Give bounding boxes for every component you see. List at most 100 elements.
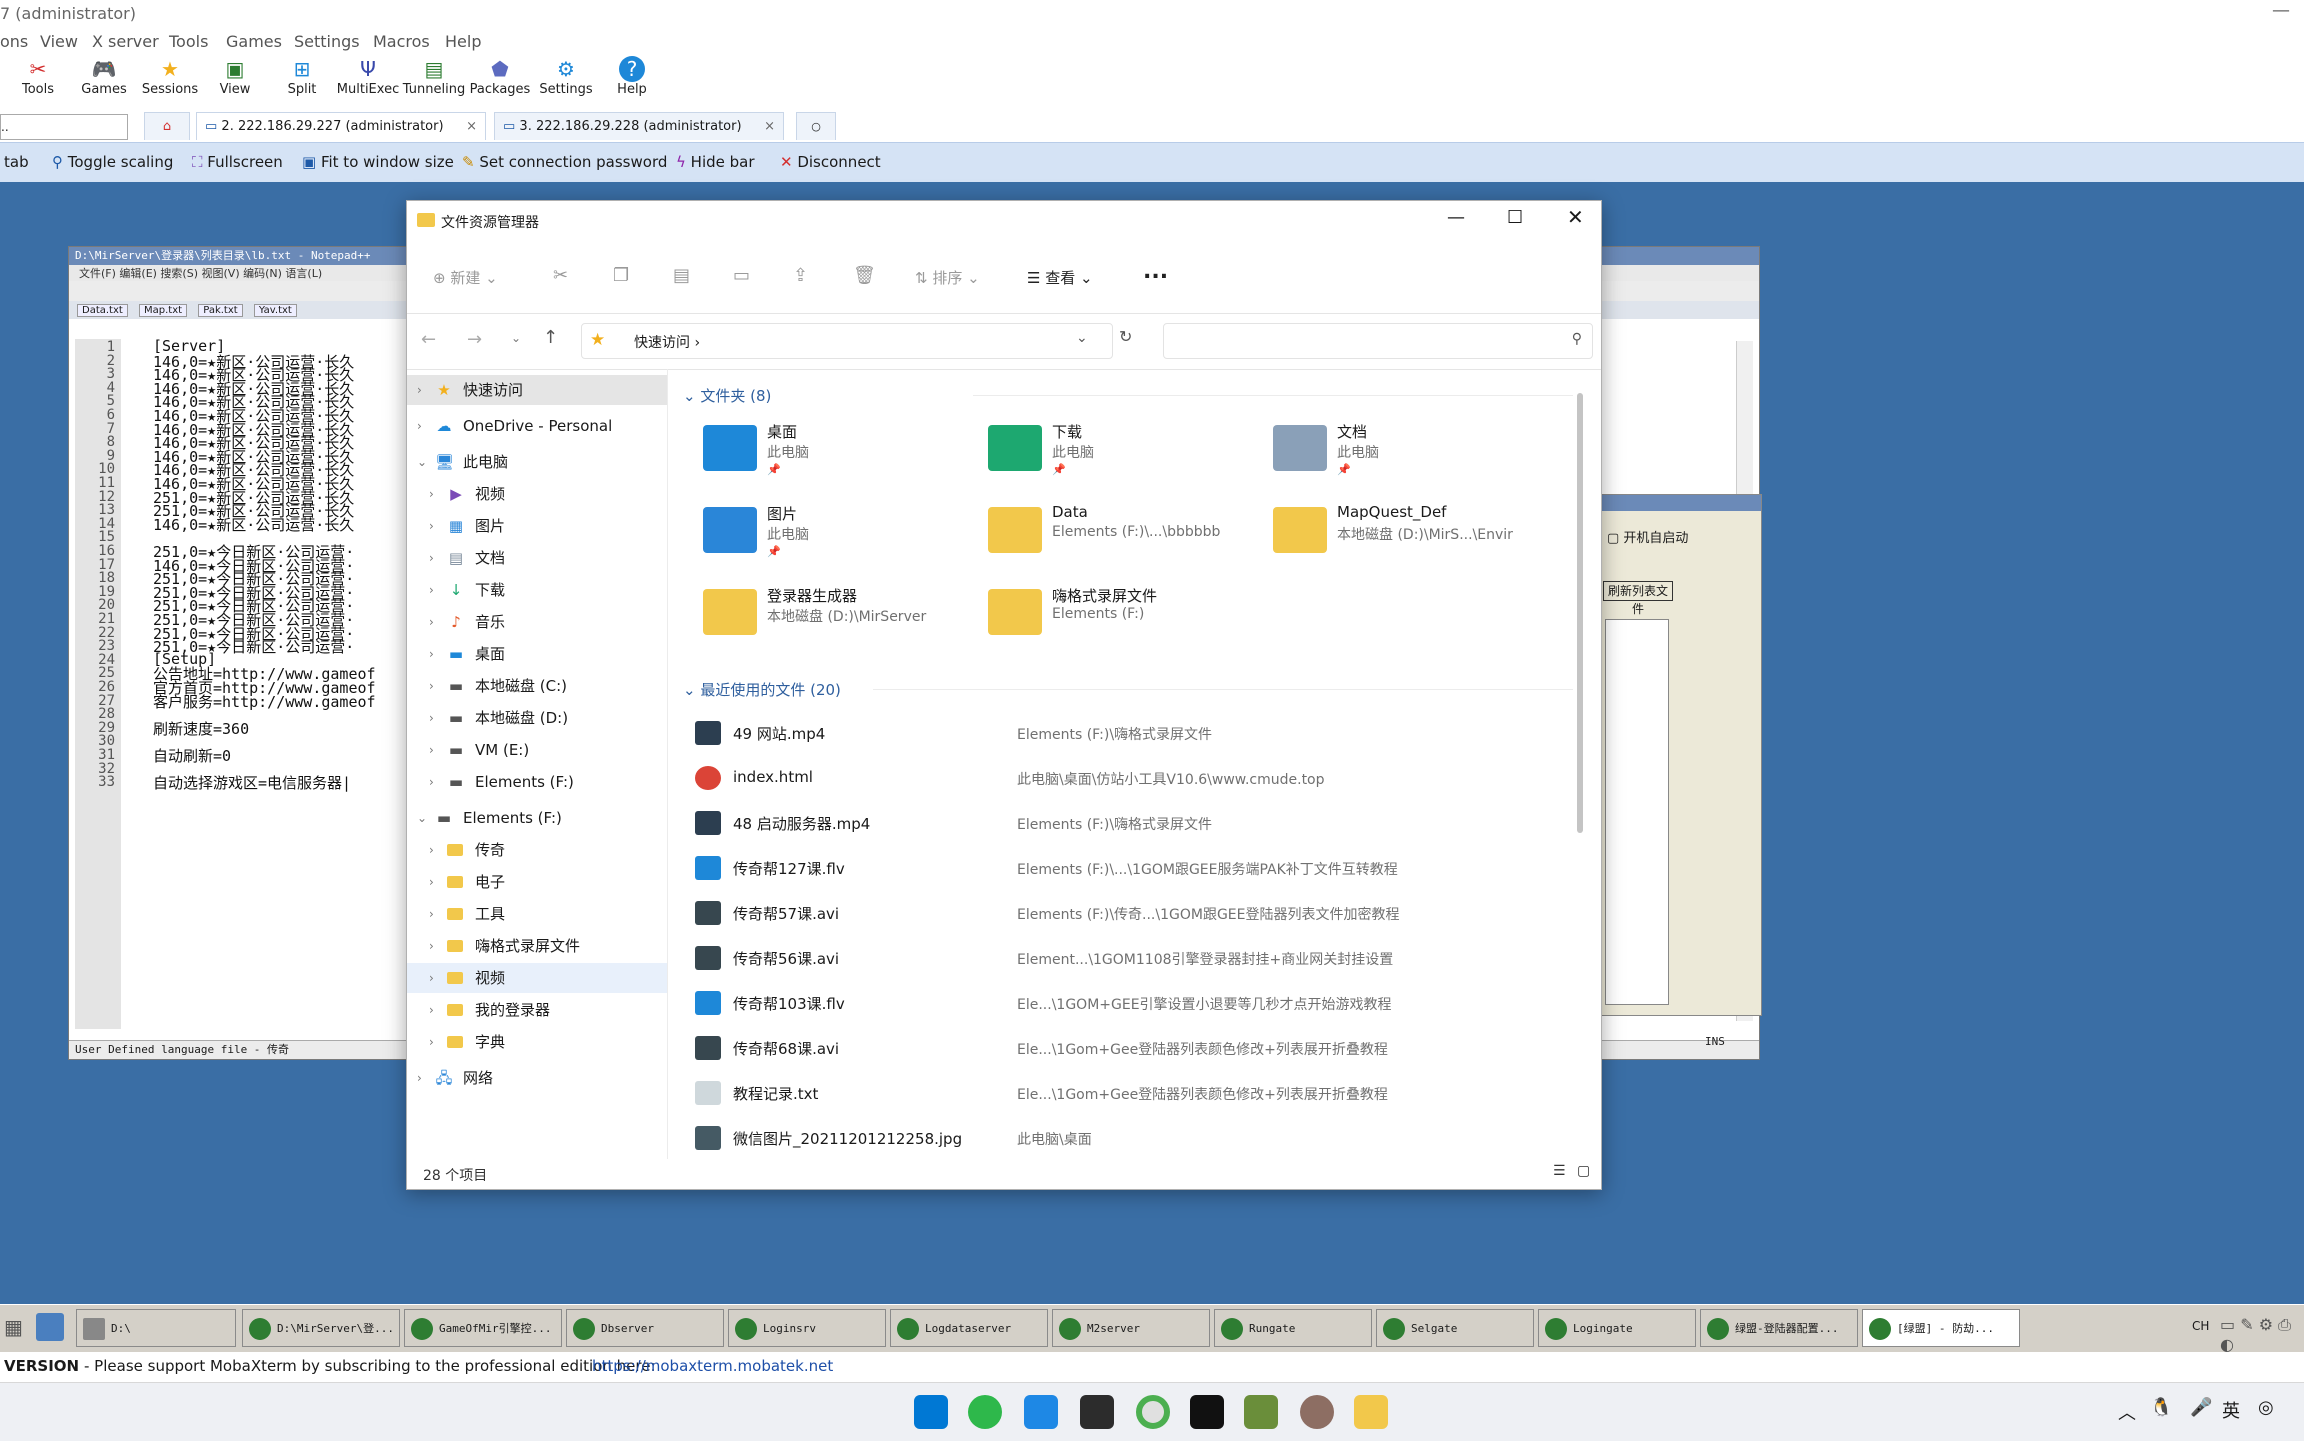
folder-tile[interactable]: 下载 此电脑 📌 [988, 417, 1258, 493]
multiexec-button[interactable]: Ψ MultiExec [336, 56, 400, 106]
view-button[interactable]: ☰ 查看 ⌄ [1027, 267, 1093, 288]
set-password-button[interactable]: ✎ Set connection password [462, 153, 667, 171]
fit-window-button[interactable]: ▣ Fit to window size [302, 153, 454, 171]
search-input[interactable]: ⚲ [1163, 323, 1593, 359]
new-tab-button[interactable]: ○ [796, 112, 836, 140]
chevron-right-icon[interactable]: › [429, 575, 434, 605]
minimize-icon[interactable]: — [2272, 0, 2290, 21]
chat-app-icon[interactable] [1024, 1395, 1058, 1429]
disconnect-button[interactable]: ✕ Disconnect [780, 153, 881, 171]
back-arrow-icon[interactable]: ← [421, 329, 436, 350]
tray-chevron-icon[interactable]: ︿ [2118, 1399, 2136, 1425]
sort-button[interactable]: ⇅ 排序 ⌄ [915, 267, 980, 288]
recent-file-row[interactable]: 传奇帮56课.avi Element...\1GOM1108引擎登录器封挂+商业网… [673, 938, 1573, 978]
chevron-right-icon[interactable]: › [429, 543, 434, 573]
new-button[interactable]: ⊕ 新建 ⌄ [433, 267, 498, 288]
chevron-right-icon[interactable]: › [429, 931, 434, 961]
menu-item-xserver[interactable]: X server [92, 32, 159, 51]
help-button[interactable]: ? Help [600, 56, 664, 106]
chevron-right-icon[interactable]: › [429, 479, 434, 509]
address-box[interactable]: ★ 快速访问 › ⌄ [581, 323, 1113, 359]
taskbar-button[interactable]: 绿盟-登陆器配置... [1700, 1309, 1858, 1347]
cut-icon[interactable]: ✂ [553, 265, 568, 286]
nav-item[interactable]: › ▶ 视频 [407, 479, 667, 509]
sessions-button[interactable]: ★ Sessions [138, 56, 202, 106]
nav-item[interactable]: › 我的登录器 [407, 995, 667, 1025]
quicklaunch-icon[interactable] [36, 1313, 64, 1341]
tab-button[interactable]: tab [4, 153, 29, 171]
nav-item[interactable]: › ▦ 图片 [407, 511, 667, 541]
chevron-right-icon[interactable]: › [429, 671, 434, 701]
share-icon[interactable]: ⇪ [793, 265, 808, 286]
delete-icon[interactable]: 🗑 [853, 265, 876, 286]
network-icon[interactable]: ◎ [2258, 1397, 2274, 1418]
forward-arrow-icon[interactable]: → [467, 329, 482, 350]
chevron-down-icon[interactable]: ⌄ [417, 803, 427, 833]
view-button[interactable]: ▣ View [203, 56, 267, 106]
rename-icon[interactable]: ▭ [733, 265, 750, 286]
tab-session-2[interactable]: ▭ 2. 222.186.29.227 (administrator) × [196, 112, 486, 140]
language-indicator[interactable]: CH [2192, 1319, 2209, 1333]
packages-button[interactable]: ⬟ Packages [468, 56, 532, 106]
chevron-right-icon[interactable]: › [429, 995, 434, 1025]
folder-tile[interactable]: 图片 此电脑 📌 [703, 499, 973, 575]
folder-tile[interactable]: 嗨格式录屏文件 Elements (F:) [988, 581, 1258, 657]
launcher-icon[interactable] [1244, 1395, 1278, 1429]
chevron-right-icon[interactable]: › [429, 607, 434, 637]
folder-tile[interactable]: 文档 此电脑 📌 [1273, 417, 1543, 493]
chevron-down-icon[interactable]: ⌄ [1076, 330, 1088, 346]
chevron-right-icon[interactable]: › [429, 767, 434, 797]
taskbar-button[interactable]: Selgate [1376, 1309, 1534, 1347]
minimize-button[interactable]: — [1447, 207, 1465, 228]
file-tab[interactable]: Pak.txt [198, 304, 243, 317]
nav-item[interactable]: › 字典 [407, 1027, 667, 1057]
recent-file-row[interactable]: 传奇帮57课.avi Elements (F:)\传奇...\1GOM跟GEE登陆… [673, 893, 1573, 933]
chevron-right-icon[interactable]: › [429, 511, 434, 541]
nav-item[interactable]: › ▬ 本地磁盘 (C:) [407, 671, 667, 701]
menu-item-settings[interactable]: Settings [294, 32, 360, 51]
nav-item[interactable]: › ▤ 文档 [407, 543, 667, 573]
nav-item[interactable]: › 视频 [407, 963, 667, 993]
taskbar-button[interactable]: [绿盟] - 防劫... [1862, 1309, 2020, 1347]
nav-item[interactable]: › 传奇 [407, 835, 667, 865]
up-arrow-icon[interactable]: ↑ [543, 327, 558, 348]
menu-item-tools[interactable]: Tools [169, 32, 208, 51]
chevron-right-icon[interactable]: › [417, 411, 422, 441]
refresh-list-button[interactable]: 刷新列表文件 [1603, 581, 1673, 616]
hide-bar-button[interactable]: ϟ Hide bar [676, 153, 755, 171]
chevron-right-icon[interactable]: › [429, 639, 434, 669]
nav-item[interactable]: ⌄ ▬ Elements (F:) [407, 803, 667, 833]
recent-file-row[interactable]: 传奇帮103课.flv Ele...\1GOM+GEE引擎设置小退要等几秒才点开始… [673, 983, 1573, 1023]
nav-item[interactable]: › ♪ 音乐 [407, 607, 667, 637]
menu-item-view[interactable]: View [40, 32, 78, 51]
settings-button[interactable]: ⚙ Settings [534, 56, 598, 106]
taskbar-button[interactable]: Dbserver [566, 1309, 724, 1347]
dialog-list[interactable] [1605, 619, 1669, 1005]
games-button[interactable]: 🎮 Games [72, 56, 136, 106]
folder-tile[interactable]: Data Elements (F:)\...\bbbbbb [988, 499, 1258, 575]
recent-file-row[interactable]: 教程记录.txt Ele...\1Gom+Gee登陆器列表颜色修改+列表展开折叠教… [673, 1073, 1573, 1113]
chevron-right-icon[interactable]: › [429, 1027, 434, 1057]
close-icon[interactable]: × [466, 113, 477, 141]
tunneling-button[interactable]: ▤ Tunneling [402, 56, 466, 106]
details-view-icon[interactable]: ☰ [1553, 1163, 1566, 1179]
breadcrumb[interactable]: 快速访问 › [634, 332, 700, 352]
file-explorer-icon[interactable] [1354, 1395, 1388, 1429]
taskbar-button[interactable]: M2server [1052, 1309, 1210, 1347]
nav-item[interactable]: › ▬ VM (E:) [407, 735, 667, 765]
recent-file-row[interactable]: index.html 此电脑\桌面\仿站小工具V10.6\www.cmude.to… [673, 758, 1573, 798]
chrome-icon[interactable] [1136, 1395, 1170, 1429]
start-icon[interactable] [914, 1395, 948, 1429]
menu-item-help[interactable]: Help [445, 32, 481, 51]
recent-file-row[interactable]: 传奇帮127课.flv Elements (F:)\...\1GOM跟GEE服务端… [673, 848, 1573, 888]
close-icon[interactable]: × [764, 113, 775, 141]
chevron-right-icon[interactable]: › [417, 375, 422, 405]
folder-tile[interactable]: 桌面 此电脑 📌 [703, 417, 973, 493]
menu-item-games[interactable]: Games [226, 32, 282, 51]
more-button[interactable]: ... [1143, 259, 1168, 284]
content-scrollbar[interactable] [1577, 393, 1583, 833]
recent-file-row[interactable]: 传奇帮68课.avi Ele...\1Gom+Gee登陆器列表颜色修改+列表展开折… [673, 1028, 1573, 1068]
close-button[interactable]: ✕ [1567, 205, 1584, 229]
nav-item[interactable]: ⌄ 🖥 此电脑 [407, 447, 667, 477]
folder-tile[interactable]: MapQuest_Def 本地磁盘 (D:)\MirS...\Envir [1273, 499, 1543, 575]
